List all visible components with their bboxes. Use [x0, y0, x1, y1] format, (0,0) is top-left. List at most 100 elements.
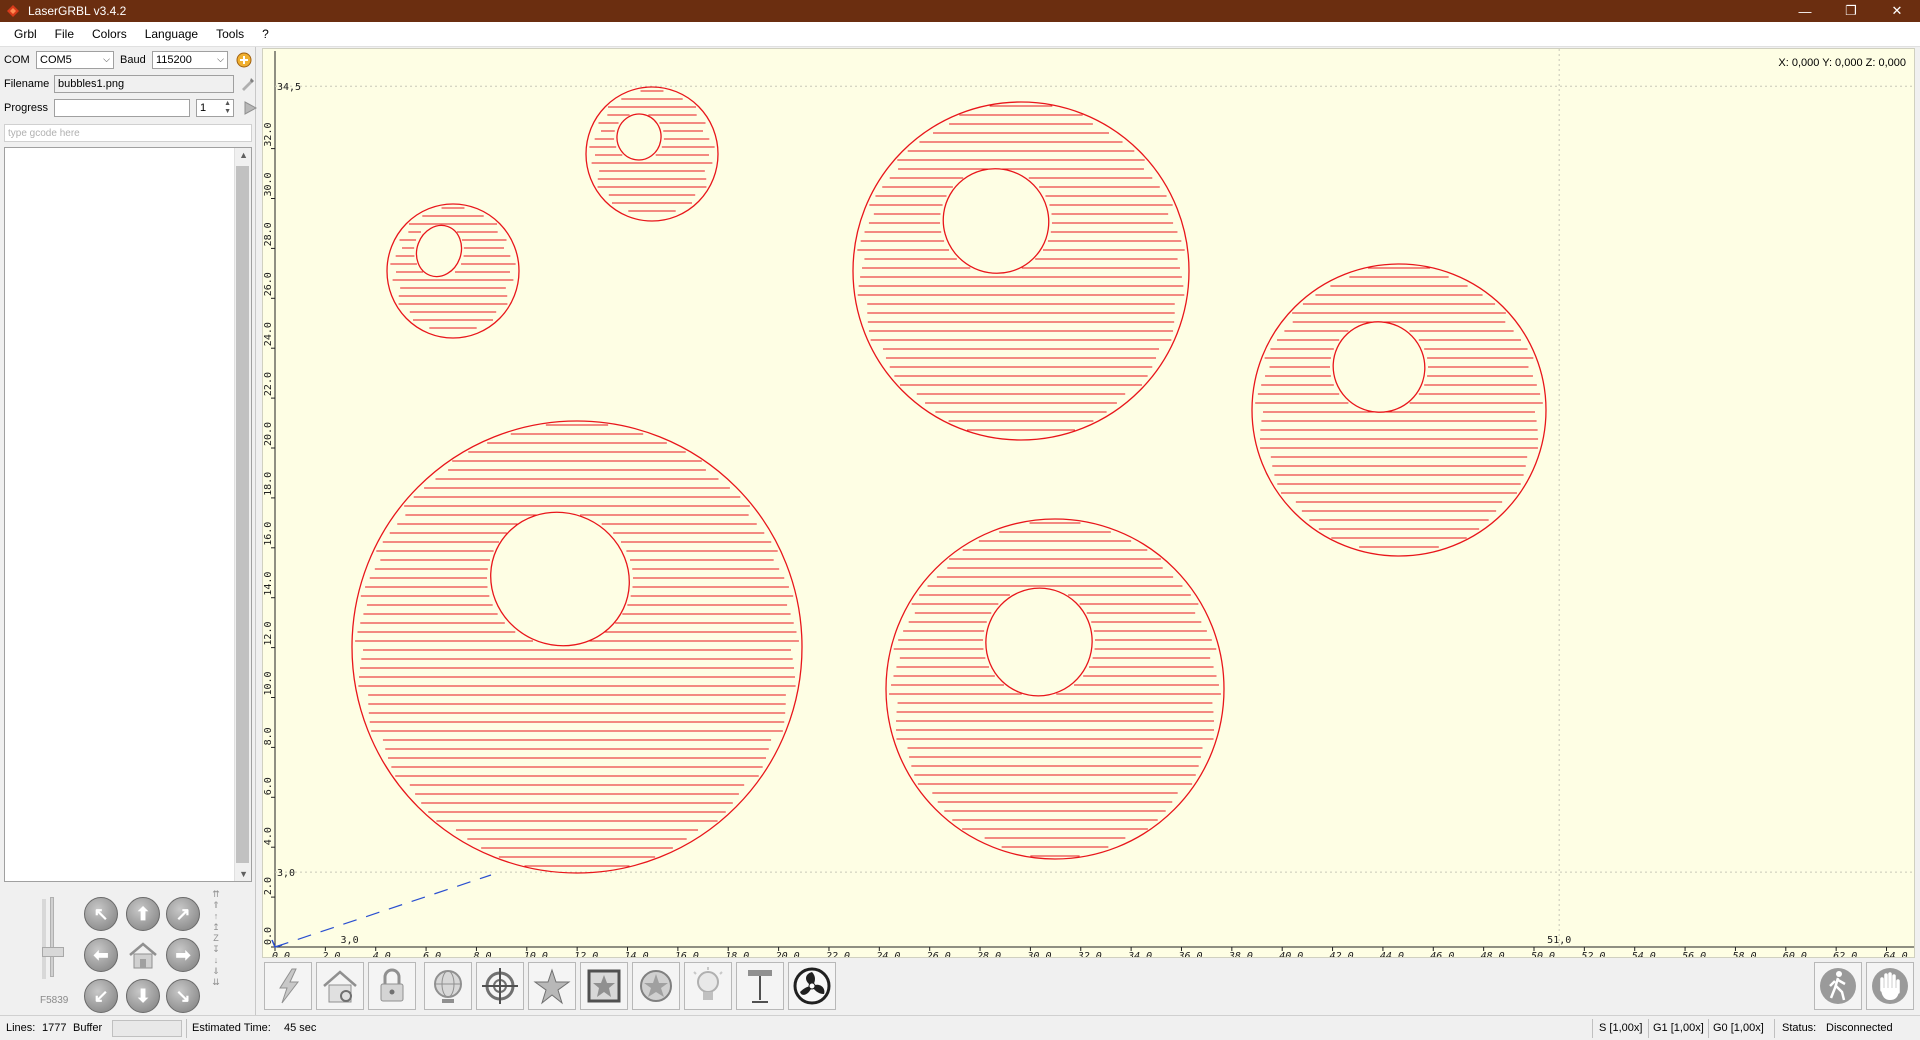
x-tick-label: 52.0	[1581, 951, 1605, 958]
x-tick-label: 58.0	[1732, 951, 1756, 958]
progress-label: Progress	[4, 102, 49, 114]
y-tick-label: 8.0	[263, 727, 274, 745]
wheel-button[interactable]	[632, 962, 680, 1010]
y-tick-label: 4.0	[263, 827, 274, 845]
bound-label-ymin: 3,0	[277, 868, 295, 879]
focus-button[interactable]	[736, 962, 784, 1010]
stop-button[interactable]	[1866, 962, 1914, 1010]
bound-label-xmax: 51,0	[1547, 935, 1571, 946]
y-tick-label: 2.0	[263, 877, 274, 895]
status-label: Status:	[1782, 1022, 1817, 1034]
x-tick-label: 40.0	[1279, 951, 1303, 958]
progress-row: Progress 1 ▲ ▼	[4, 99, 258, 117]
jog-up-left-button[interactable]: ↖	[84, 897, 118, 931]
log-scrollbar[interactable]: ▲ ▼	[234, 148, 251, 881]
connect-button[interactable]	[264, 962, 312, 1010]
connect-icon[interactable]	[234, 51, 254, 69]
scroll-down-icon[interactable]: ▼	[239, 869, 248, 879]
z-down-step-icon[interactable]: ↓	[210, 955, 222, 966]
ring-hole-outline	[616, 113, 662, 161]
x-tick-label: 22.0	[826, 951, 850, 958]
status-separator	[1648, 1019, 1649, 1038]
focus-icon	[748, 970, 772, 1003]
engraving-ring	[386, 203, 520, 339]
scroll-up-icon[interactable]: ▲	[239, 150, 248, 160]
passes-value: 1	[200, 102, 207, 114]
menu-tools[interactable]: Tools	[207, 22, 253, 47]
z-up-fast-icon[interactable]: ⇈	[210, 889, 222, 900]
z-up-step-icon[interactable]: ↑	[210, 911, 222, 922]
run-icon[interactable]	[242, 100, 258, 116]
jog-right-button[interactable]: ➡	[166, 938, 200, 972]
star-button[interactable]	[528, 962, 576, 1010]
estimated-time-value: 45 sec	[284, 1022, 317, 1034]
jog-up-button[interactable]: ⬆	[126, 897, 160, 931]
status-separator	[186, 1019, 187, 1038]
jog-left-button[interactable]: ⬅	[84, 938, 118, 972]
bulb-icon	[693, 967, 723, 1000]
x-tick-label: 42.0	[1330, 951, 1354, 958]
laser-test-button[interactable]	[684, 962, 732, 1010]
stepper-arrows-icon[interactable]: ▲ ▼	[224, 100, 231, 116]
baud-label: Baud	[120, 54, 146, 66]
x-tick-label: 0.0	[272, 951, 290, 958]
ring-outline	[1251, 263, 1547, 557]
jog-up-right-button[interactable]: ↗	[166, 897, 200, 931]
x-tick-label: 24.0	[876, 951, 900, 958]
z-down-fast-icon[interactable]: ⇊	[210, 977, 222, 988]
maximize-button[interactable]: ❐	[1828, 0, 1874, 22]
speed-slider-thumb[interactable]	[42, 947, 64, 957]
menu-bar: Grbl File Colors Language Tools ?	[0, 22, 1920, 47]
x-tick-label: 12.0	[574, 951, 598, 958]
preview-canvas[interactable]: 0.0 2.0 4.0 6.0 8.0 10.0 12.0 14.0 16.0 18.0 20.0 2…	[262, 48, 1915, 958]
fan-button[interactable]	[788, 962, 836, 1010]
set-origin-button[interactable]	[424, 962, 472, 1010]
scroll-thumb[interactable]	[236, 166, 249, 863]
feed-label: F5839	[40, 995, 69, 1006]
ring-outline	[351, 420, 803, 874]
open-file-icon[interactable]	[239, 76, 255, 92]
x-tick-label: 2.0	[322, 951, 340, 958]
menu-help[interactable]: ?	[253, 22, 278, 47]
chevron-down-icon: ⌵	[217, 54, 224, 64]
y-tick-label: 32.0	[263, 123, 274, 147]
passes-stepper[interactable]: 1 ▲ ▼	[196, 99, 234, 117]
console-log[interactable]: ▲ ▼	[4, 147, 252, 882]
goto-center-button[interactable]	[476, 962, 524, 1010]
x-tick-label: 32.0	[1077, 951, 1102, 958]
ring-hole-outline	[1332, 321, 1426, 413]
z-down-icon[interactable]: ⇓	[210, 966, 222, 977]
homing-button[interactable]	[316, 962, 364, 1010]
g0-override[interactable]: G0 [1,00x]	[1713, 1022, 1764, 1034]
z-down-small-icon[interactable]: ↧	[210, 944, 222, 955]
gcode-input[interactable]: type gcode here	[4, 124, 252, 142]
g1-override[interactable]: G1 [1,00x]	[1653, 1022, 1704, 1034]
x-tick-label: 18.0	[725, 951, 749, 958]
jog-down-left-button[interactable]: ↙	[84, 979, 118, 1013]
close-button[interactable]: ✕	[1874, 0, 1920, 22]
jog-home-button[interactable]	[126, 938, 160, 972]
wheel-icon	[640, 970, 672, 1002]
ring-hole-outline	[985, 587, 1093, 697]
speed-slider-track	[42, 899, 46, 979]
buffer-bar	[112, 1020, 182, 1037]
frame-button[interactable]	[580, 962, 628, 1010]
com-select[interactable]: COM5 ⌵	[36, 51, 114, 69]
connection-row: COM COM5 ⌵ Baud 115200 ⌵	[4, 51, 254, 69]
menu-file[interactable]: File	[46, 22, 83, 47]
z-jog-column: ⇈ ⇑ ↑ ↥ Z ↧ ↓ ⇓ ⇊	[210, 889, 222, 988]
jog-down-right-button[interactable]: ↘	[166, 979, 200, 1013]
menu-grbl[interactable]: Grbl	[0, 22, 46, 47]
unlock-button[interactable]	[368, 962, 416, 1010]
speed-slider-rail	[50, 897, 54, 977]
baud-select[interactable]: 115200 ⌵	[152, 51, 228, 69]
s-override[interactable]: S [1,00x]	[1599, 1022, 1642, 1034]
menu-colors[interactable]: Colors	[83, 22, 136, 47]
resume-button[interactable]	[1814, 962, 1862, 1010]
z-up-icon[interactable]: ⇑	[210, 900, 222, 911]
x-tick-label: 34.0	[1127, 951, 1152, 958]
jog-down-button[interactable]: ⬇	[126, 979, 160, 1013]
minimize-button[interactable]: —	[1782, 0, 1828, 22]
menu-language[interactable]: Language	[136, 22, 207, 47]
z-up-small-icon[interactable]: ↥	[210, 922, 222, 933]
